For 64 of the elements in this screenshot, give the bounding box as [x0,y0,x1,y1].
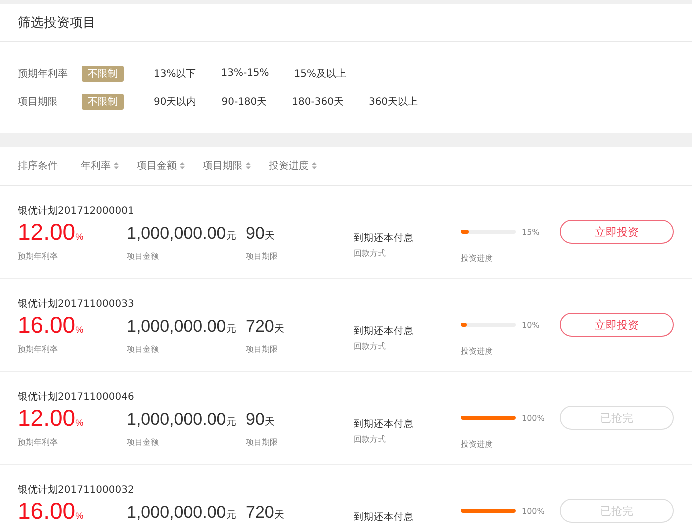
interest-rate: 12.00% [18,218,85,247]
sort-option[interactable]: 投资进度 [269,159,317,173]
filter-option[interactable]: 360天以上 [368,94,418,110]
sort-option[interactable]: 年利率 [81,159,119,173]
term-label: 项目期限 [246,344,279,356]
filter-option[interactable]: 90-180天 [222,94,268,110]
progress-percent: 15% [522,228,540,236]
repayment-method: 到期还本付息 [354,232,415,246]
sort-label: 排序条件 [18,160,59,173]
amount-label: 项目金额 [127,437,160,449]
product-name: 银优计划201711000033 [18,298,136,311]
repayment-method: 到期还本付息 [354,325,415,339]
project-amount: 1,000,000.00元 [127,502,238,524]
term-label: 项目期限 [246,251,279,263]
filter-option[interactable]: 13%以下 [154,66,196,82]
progress-label: 投资进度 [461,439,494,451]
interest-rate: 12.00% [18,404,85,433]
sort-icon [180,162,185,170]
project-amount: 1,000,000.00元 [127,316,238,338]
progress-label: 投资进度 [461,346,494,358]
progress-label: 投资进度 [461,253,494,265]
project-term: 90天 [246,223,276,245]
filter-option[interactable]: 13%-15% [221,66,270,82]
rate-label: 预期年利率 [18,344,59,356]
filter-option[interactable]: 180-360天 [292,94,344,110]
method-label: 回款方式 [354,248,387,260]
sort-icon [312,162,317,170]
filter-option[interactable]: 不限制 [82,94,124,110]
sort-icon [114,162,119,170]
project-term: 720天 [246,316,286,338]
filter-option[interactable]: 不限制 [82,66,124,82]
amount-label: 项目金额 [127,251,160,263]
progress-bar [461,509,516,513]
method-label: 回款方式 [354,341,387,353]
product-name: 银优计划201712000001 [18,205,136,218]
interest-rate: 16.00% [18,497,85,526]
repayment-method: 到期还本付息 [354,418,415,432]
project-term: 720天 [246,502,286,524]
sort-icon [246,162,251,170]
interest-rate: 16.00% [18,311,85,340]
method-label: 回款方式 [354,434,387,446]
product-name: 银优计划201711000032 [18,484,136,497]
filter-label: 项目期限 [18,96,59,108]
product-name: 银优计划201711000046 [18,391,136,404]
progress-bar [461,416,516,420]
project-term: 90天 [246,409,276,431]
rate-label: 预期年利率 [18,437,59,449]
invest-button[interactable]: 立即投资 [560,220,674,244]
sort-option[interactable]: 项目金额 [137,159,185,173]
project-amount: 1,000,000.00元 [127,223,238,245]
filter-option[interactable]: 15%及以上 [294,66,347,82]
filter-label: 预期年利率 [18,68,69,80]
term-label: 项目期限 [246,437,279,449]
invest-button[interactable]: 立即投资 [560,313,674,337]
progress-percent: 10% [522,320,540,330]
rate-label: 预期年利率 [18,251,59,263]
repayment-method: 到期还本付息 [354,511,415,525]
section-title: 筛选投资项目 [18,14,96,32]
amount-label: 项目金额 [127,344,160,356]
progress-percent: 100% [522,506,545,516]
progress-percent: 100% [522,414,545,422]
sort-option[interactable]: 项目期限 [203,159,251,173]
filter-option[interactable]: 90天以内 [154,94,197,110]
project-amount: 1,000,000.00元 [127,409,238,431]
